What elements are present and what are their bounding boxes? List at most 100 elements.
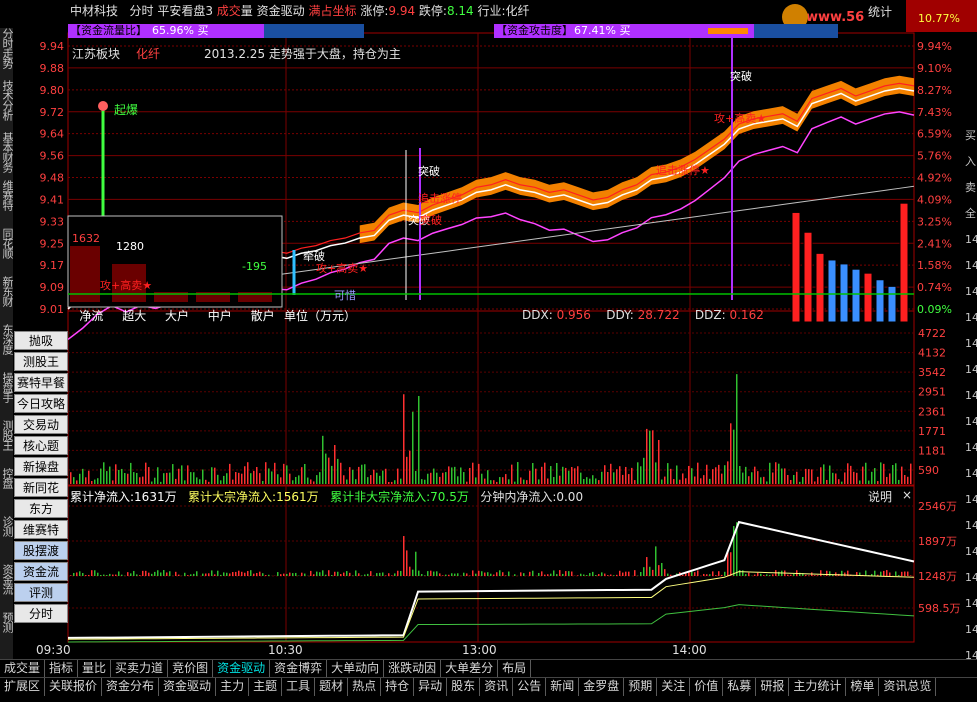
bt2-tab-11[interactable]: 股东 <box>447 678 481 696</box>
bt2-tab-3[interactable]: 资金驱动 <box>159 678 217 696</box>
right-tab-18[interactable]: 14 <box>965 598 977 610</box>
bt1-tab-1[interactable]: 指标 <box>45 660 79 678</box>
left-button-5[interactable]: 核心题 <box>14 436 68 455</box>
marker-gong-1: 攻+高卖★ <box>100 279 153 292</box>
right-tab-15[interactable]: 14 <box>965 520 977 532</box>
volume-bar <box>742 472 744 484</box>
bt2-tab-12[interactable]: 资讯 <box>480 678 514 696</box>
bt1-tab-6[interactable]: 资金博弈 <box>270 660 328 678</box>
volume-bar <box>382 470 384 484</box>
left-tab-0[interactable]: 分时走势 <box>0 28 14 81</box>
right-tab-7[interactable]: 14 <box>965 312 977 324</box>
bt1-tab-5[interactable]: 资金驱动 <box>213 660 271 678</box>
bt2-tab-5[interactable]: 主题 <box>249 678 283 696</box>
bt2-tab-14[interactable]: 新闻 <box>546 678 580 696</box>
tab-liang[interactable]: 量 <box>241 4 253 18</box>
volume-bar <box>397 468 399 484</box>
left-button-12[interactable]: 评测 <box>14 583 68 602</box>
tab-fenshi[interactable]: 分时 <box>129 4 153 18</box>
bt2-tab-0[interactable]: 扩展区 <box>0 678 46 696</box>
volume-bar <box>733 429 735 484</box>
bt2-tab-20[interactable]: 研报 <box>756 678 790 696</box>
left-button-3[interactable]: 今日攻略 <box>14 394 68 413</box>
left-tab-12[interactable]: 预测 <box>0 612 14 661</box>
right-tab-5[interactable]: 14 <box>965 260 977 272</box>
left-button-9[interactable]: 维赛特 <box>14 520 68 539</box>
left-tab-1[interactable]: 技术分析 <box>0 80 14 133</box>
bt2-tab-17[interactable]: 关注 <box>657 678 691 696</box>
left-button-1[interactable]: 测股王 <box>14 352 68 371</box>
right-tab-8[interactable]: 14 <box>965 338 977 350</box>
bt1-tab-8[interactable]: 涨跌动因 <box>384 660 442 678</box>
left-button-2[interactable]: 赛特早餐 <box>14 373 68 392</box>
bt2-tab-9[interactable]: 持仓 <box>381 678 415 696</box>
left-button-4[interactable]: 交易动 <box>14 415 68 434</box>
left-tab-8[interactable]: 测股王 <box>0 420 14 469</box>
left-tab-7[interactable]: 操盘手 <box>0 372 14 421</box>
tab-manzhan[interactable]: 满占坐标 <box>308 4 356 18</box>
bt2-tab-23[interactable]: 资讯总览 <box>879 678 937 696</box>
left-tab-4[interactable]: 同花顺 <box>0 228 14 277</box>
right-tab-10[interactable]: 14 <box>965 390 977 402</box>
left-tab-6[interactable]: 东深度 <box>0 324 14 373</box>
attack-label: 【资金攻击度】 <box>496 24 573 37</box>
right-tab-6[interactable]: 14 <box>965 286 977 298</box>
bt1-tab-7[interactable]: 大单动向 <box>327 660 385 678</box>
bt1-tab-3[interactable]: 买卖力道 <box>111 660 169 678</box>
bt2-tab-19[interactable]: 私募 <box>723 678 757 696</box>
right-tab-9[interactable]: 14 <box>965 364 977 376</box>
bt2-tab-18[interactable]: 价值 <box>690 678 724 696</box>
bt1-tab-2[interactable]: 量比 <box>78 660 112 678</box>
bt2-tab-1[interactable]: 关联报价 <box>45 678 103 696</box>
left-button-13[interactable]: 分时MACD <box>14 604 68 640</box>
left-button-6[interactable]: 新操盘 <box>14 457 68 476</box>
bt2-tab-22[interactable]: 榜单 <box>846 678 880 696</box>
right-tab-19[interactable]: 14 <box>965 624 977 636</box>
right-tab-1[interactable]: 入 <box>965 156 977 168</box>
left-tab-2[interactable]: 基本财务 <box>0 132 14 181</box>
left-button-11[interactable]: 资金流 <box>14 562 68 581</box>
flow-bar <box>691 571 693 576</box>
left-tab-11[interactable]: 资金流 <box>0 564 14 613</box>
right-tab-12[interactable]: 14 <box>965 442 977 454</box>
tab-chengjiao[interactable]: 成交 <box>217 4 241 18</box>
right-tab-4[interactable]: 14 <box>965 234 977 246</box>
right-tab-11[interactable]: 14 <box>965 416 977 428</box>
left-tab-10[interactable]: 诊测 <box>0 516 14 565</box>
right-tab-3[interactable]: 全 <box>965 208 977 220</box>
bt1-tab-10[interactable]: 布局 <box>498 660 532 678</box>
stats-button[interactable]: 统计 <box>868 3 892 20</box>
bt2-tab-6[interactable]: 工具 <box>282 678 316 696</box>
close-icon[interactable]: × <box>902 488 912 502</box>
bt2-tab-15[interactable]: 金罗盘 <box>579 678 625 696</box>
explain-button[interactable]: 说明 <box>868 488 892 505</box>
left-button-7[interactable]: 新同花 <box>14 478 68 497</box>
bt1-tab-0[interactable]: 成交量 <box>0 660 46 678</box>
right-tab-14[interactable]: 14 <box>965 494 977 506</box>
bt1-tab-4[interactable]: 竞价图 <box>168 660 214 678</box>
left-button-8[interactable]: 东方 <box>14 499 68 518</box>
left-tab-5[interactable]: 新东财 <box>0 276 14 325</box>
volume-bar <box>334 445 336 484</box>
bt2-tab-13[interactable]: 公告 <box>513 678 547 696</box>
tab-zijin[interactable]: 资金驱动 <box>257 4 305 18</box>
bt2-tab-8[interactable]: 热点 <box>348 678 382 696</box>
left-button-10[interactable]: 股摆渡 <box>14 541 68 560</box>
right-tab-0[interactable]: 买 <box>965 130 977 142</box>
bt2-tab-21[interactable]: 主力统计 <box>789 678 847 696</box>
bt2-tab-16[interactable]: 预期 <box>624 678 658 696</box>
left-tab-3[interactable]: 维赛特 <box>0 180 14 229</box>
pct-tick-label: 9.94% <box>917 40 952 53</box>
left-button-0[interactable]: 抛吸 <box>14 331 68 350</box>
bt1-tab-9[interactable]: 大单差分 <box>441 660 499 678</box>
bt2-tab-7[interactable]: 题材 <box>315 678 349 696</box>
right-tab-13[interactable]: 14 <box>965 468 977 480</box>
right-tab-2[interactable]: 卖 <box>965 182 977 194</box>
right-tab-17[interactable]: 14 <box>965 572 977 584</box>
bt2-tab-4[interactable]: 主力 <box>216 678 250 696</box>
bt2-tab-10[interactable]: 异动 <box>414 678 448 696</box>
left-tab-9[interactable]: 控盘 <box>0 468 14 517</box>
bt2-tab-2[interactable]: 资金分布 <box>102 678 160 696</box>
right-tab-16[interactable]: 14 <box>965 546 977 558</box>
tab-pingan[interactable]: 平安看盘3 <box>157 4 213 18</box>
